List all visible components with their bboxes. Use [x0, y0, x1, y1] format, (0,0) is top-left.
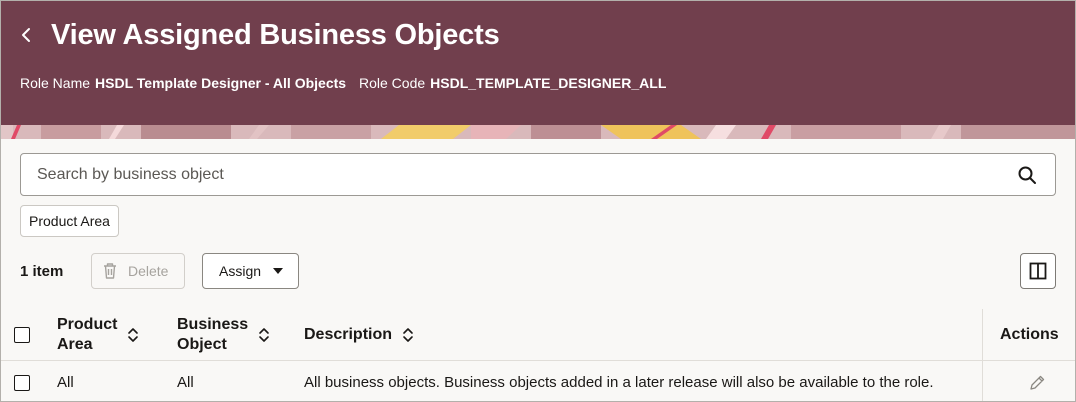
delete-button[interactable]: Delete [91, 253, 185, 289]
table-header: Product Area Business Object Description [1, 309, 1075, 361]
search-icon[interactable] [1017, 165, 1037, 185]
search-input[interactable] [37, 165, 1055, 184]
cell-business-object: All [177, 374, 194, 391]
assign-button[interactable]: Assign [202, 253, 299, 289]
decorative-banner [1, 125, 1075, 139]
column-label-actions: Actions [1000, 326, 1059, 343]
role-code: Role Code HSDL_TEMPLATE_DESIGNER_ALL [359, 74, 666, 92]
role-name-label: Role Name [20, 75, 91, 91]
row-checkbox[interactable] [14, 375, 30, 391]
page-header: View Assigned Business Objects Role Name… [1, 1, 1075, 125]
sort-icon [259, 328, 269, 342]
cell-description: All business objects. Business objects a… [304, 374, 934, 391]
select-all-checkbox[interactable] [14, 327, 30, 343]
back-button[interactable] [15, 23, 37, 47]
back-icon [22, 28, 30, 42]
sort-icon [403, 328, 413, 342]
search-bar [20, 153, 1056, 196]
columns-toggle-button[interactable] [1020, 253, 1056, 289]
role-name: Role Name HSDL Template Designer - All Ob… [20, 74, 346, 92]
column-header-actions: Actions [1000, 325, 1059, 345]
role-code-value: HSDL_TEMPLATE_DESIGNER_ALL [430, 75, 667, 91]
column-header-business-object[interactable]: Business Object [177, 315, 270, 355]
caret-down-icon [273, 268, 284, 274]
sort-icon [128, 328, 139, 342]
delete-label: Delete [128, 263, 169, 279]
columns-icon [1029, 262, 1047, 280]
column-header-description[interactable]: Description [304, 325, 414, 345]
column-header-product-area[interactable]: Product Area [57, 315, 139, 355]
filter-chip-product-area[interactable]: Product Area [20, 205, 119, 237]
item-count: 1 item [20, 263, 64, 280]
table-row[interactable]: All All All business objects. Business o… [1, 361, 1075, 401]
column-label-product-area: Product Area [57, 316, 118, 353]
main-content: Product Area 1 item Delete Assign Prod [1, 139, 1075, 401]
page-title: View Assigned Business Objects [51, 19, 500, 51]
role-code-label: Role Code [359, 75, 426, 91]
role-name-value: HSDL Template Designer - All Objects [95, 75, 347, 91]
column-label-description: Description [304, 326, 393, 343]
trash-icon [104, 263, 116, 279]
assign-label: Assign [219, 263, 262, 279]
column-label-business-object: Business Object [177, 316, 249, 353]
edit-icon[interactable] [1028, 374, 1046, 392]
page-frame: View Assigned Business Objects Role Name… [0, 0, 1076, 402]
cell-product-area: All [57, 374, 74, 391]
